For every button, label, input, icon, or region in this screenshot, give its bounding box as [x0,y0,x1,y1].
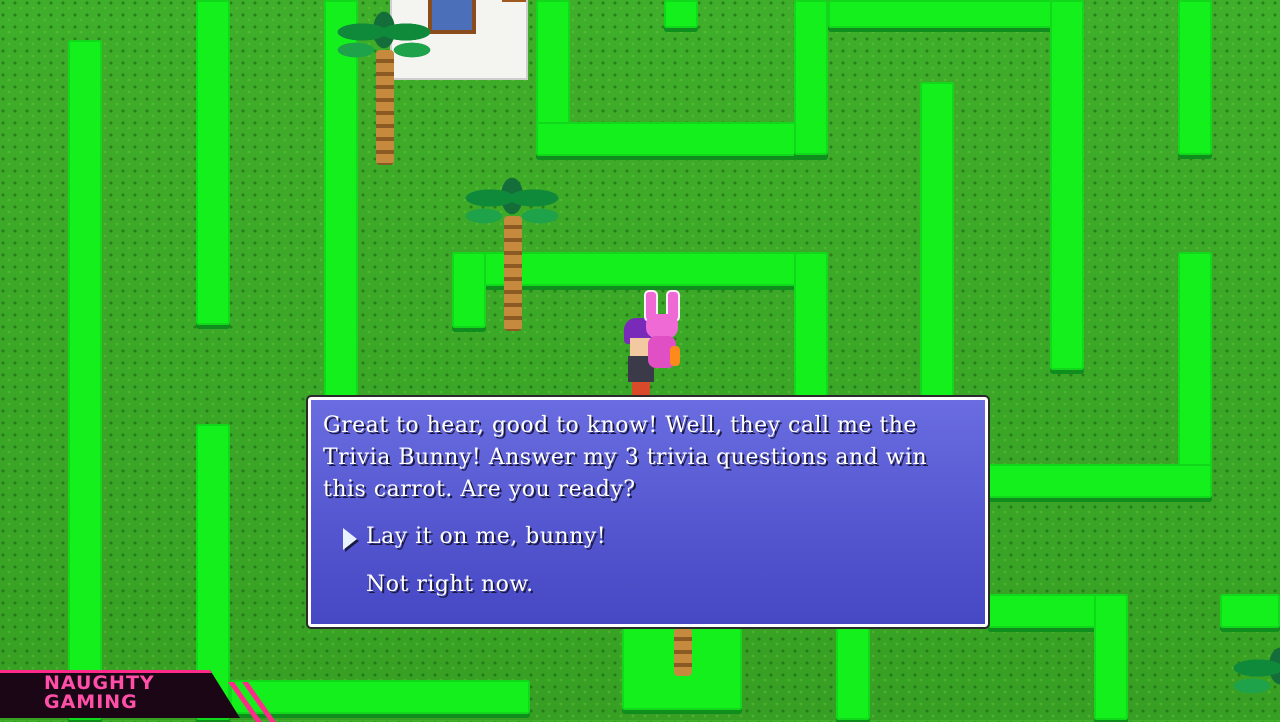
trivia-bunny-npc[interactable] [640,290,686,376]
hedge-wall [1050,0,1084,370]
hedge-wall [920,82,954,400]
bunny-head [646,314,678,338]
hedge-wall [988,464,1212,498]
selection-cursor-icon [343,528,357,550]
palm-tree [1230,636,1280,720]
hedge-wall [1178,252,1212,498]
naughty-gaming-watermark: NAUGHTY GAMING [0,668,300,722]
hedge-wall [794,0,828,155]
hedge-wall [836,620,870,720]
palm-tree [462,166,562,336]
house-window [428,0,476,34]
hedge-wall [536,122,828,156]
hedge-wall [1094,594,1128,720]
choice-not-right-now[interactable]: Not right now. [366,572,534,597]
palm-leaves [462,166,562,236]
watermark-text: NAUGHTY GAMING [44,674,155,712]
hedge-wall [1178,0,1212,155]
carrot-icon [670,346,680,366]
choice-lay-it-on-me[interactable]: Lay it on me, bunny! [366,524,606,549]
hedge-wall [68,40,102,720]
hedge-wall [828,0,1084,28]
palm-tree [334,0,434,170]
hedge-wall [664,0,698,28]
hedge-wall [794,252,828,400]
house-roof [502,0,526,2]
palm-trunk [674,628,692,676]
hedge-wall [196,0,230,325]
palm-leaves [334,0,434,70]
dialog-box: Great to hear, good to know! Well, they … [306,395,990,629]
watermark-line2: GAMING [44,691,138,713]
palm-leaves [1230,636,1280,706]
dialog-message: Great to hear, good to know! Well, they … [323,413,928,502]
player-legs [632,382,650,396]
hedge-wall [1220,594,1280,628]
